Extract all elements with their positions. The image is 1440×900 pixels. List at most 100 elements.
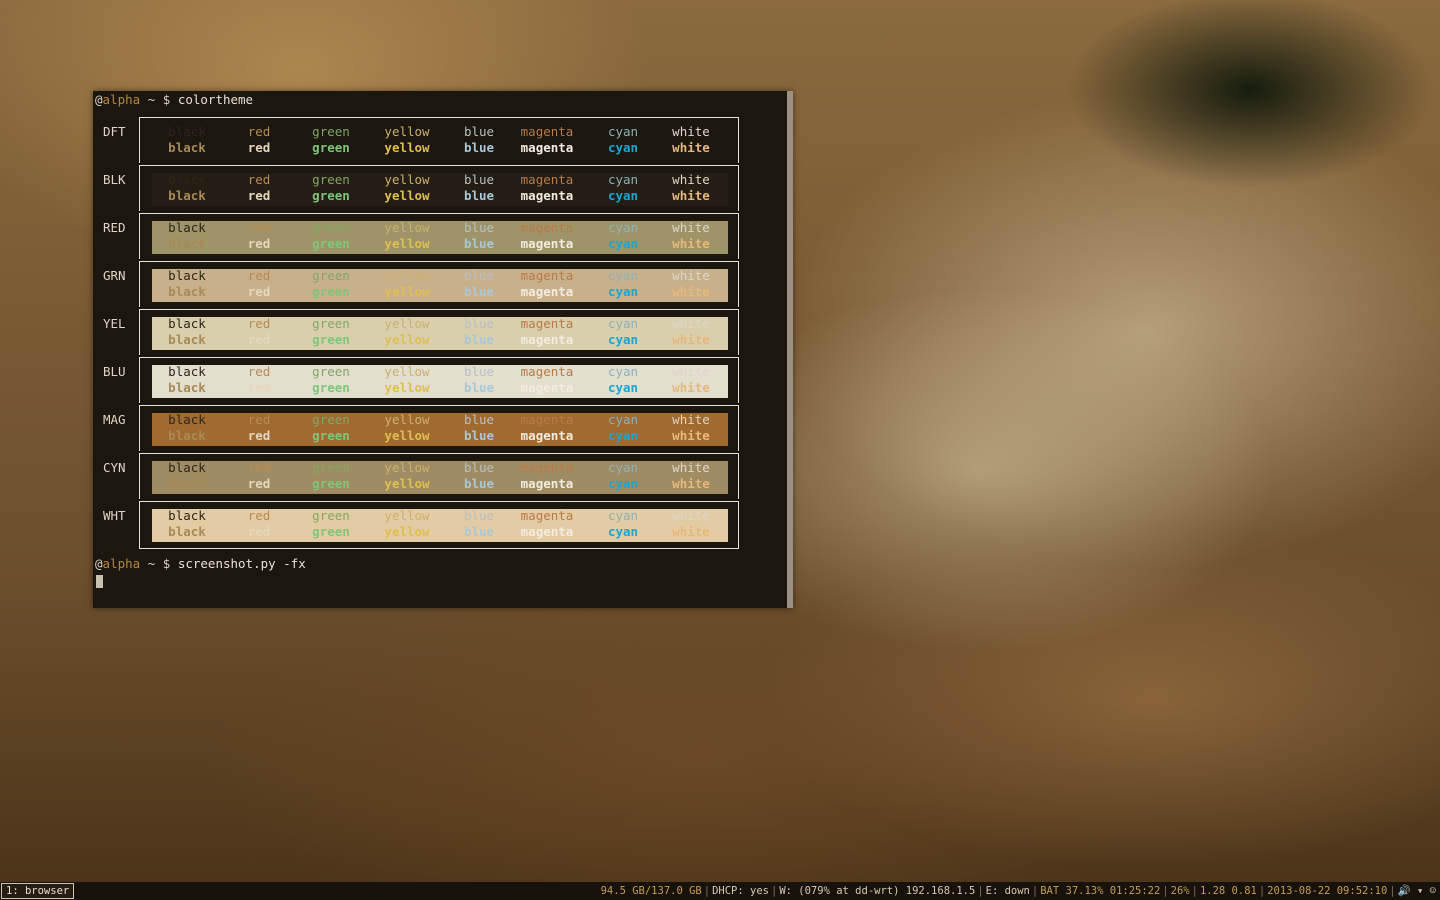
color-sample-red: red: [247, 172, 271, 187]
color-sample-red: red: [247, 508, 271, 523]
color-sample-green-bold: green: [312, 284, 350, 299]
color-sample-blue-bold: blue: [463, 236, 495, 251]
color-sample-yellow: yellow: [384, 220, 430, 235]
color-sample-blue: blue: [463, 412, 495, 427]
color-sample-yellow-bold: yellow: [384, 284, 430, 299]
color-sample-blue: blue: [463, 124, 495, 139]
color-sample-cyan-bold: cyan: [607, 332, 639, 347]
prompt-command: colortheme: [177, 92, 254, 107]
color-sample-yellow-bold: yellow: [384, 332, 430, 347]
prompt-symbol: $: [162, 92, 178, 107]
color-sample-magenta-bold: magenta: [520, 140, 574, 155]
color-sample-green-bold: green: [312, 188, 350, 203]
color-sample-black: black: [168, 508, 206, 523]
status-segments: 94.5 GB/137.0 GB | DHCP: yes | W: (079% at d…: [601, 882, 1436, 900]
volume-icon[interactable]: 🔊 ▾ ☺: [1398, 885, 1436, 897]
color-sample-white-bold: white: [672, 524, 710, 539]
row-label: BLK: [103, 172, 126, 187]
color-sample-blue: blue: [463, 508, 495, 523]
status-segment: 94.5 GB/137.0 GB: [600, 885, 702, 897]
terminal-window[interactable]: @alpha ~ $ colortheme DFT black black red re…: [93, 91, 793, 608]
color-sample-yellow: yellow: [384, 172, 430, 187]
color-sample-magenta: magenta: [520, 460, 574, 475]
prompt-at: @: [95, 92, 103, 107]
color-sample-green-bold: green: [312, 524, 350, 539]
color-sample-white-bold: white: [672, 140, 710, 155]
color-sample-red-bold: red: [247, 188, 271, 203]
color-sample-black: black: [168, 412, 206, 427]
color-sample-green: green: [312, 124, 350, 139]
color-sample-cyan: cyan: [607, 268, 639, 283]
color-sample-red-bold: red: [247, 236, 271, 251]
color-sample-black: black: [168, 364, 206, 379]
text-cursor: [96, 575, 103, 588]
color-sample-black-bold: black: [168, 380, 206, 395]
row-label: GRN: [103, 268, 126, 283]
status-separator: |: [1191, 885, 1198, 897]
color-sample-red: red: [247, 364, 271, 379]
status-segment: DHCP: yes: [712, 885, 769, 897]
row-label: CYN: [103, 460, 126, 475]
color-sample-green: green: [312, 412, 350, 427]
color-sample-blue: blue: [463, 268, 495, 283]
color-sample-blue-bold: blue: [463, 476, 495, 491]
row-label: DFT: [103, 124, 126, 139]
color-sample-cyan-bold: cyan: [607, 476, 639, 491]
color-sample-magenta: magenta: [520, 268, 574, 283]
color-sample-magenta: magenta: [520, 220, 574, 235]
color-sample-blue: blue: [463, 364, 495, 379]
color-sample-red: red: [247, 316, 271, 331]
color-sample-white: white: [672, 124, 710, 139]
color-sample-black-bold: black: [168, 236, 206, 251]
color-sample-magenta-bold: magenta: [520, 236, 574, 251]
status-separator: |: [1162, 885, 1169, 897]
color-sample-blue: blue: [463, 172, 495, 187]
color-sample-blue-bold: blue: [463, 380, 495, 395]
color-sample-yellow: yellow: [384, 508, 430, 523]
status-segment: W: (079% at dd-wrt) 192.168.1.5: [779, 885, 976, 897]
color-sample-yellow-bold: yellow: [384, 476, 430, 491]
color-sample-magenta-bold: magenta: [520, 188, 574, 203]
color-sample-black: black: [168, 172, 206, 187]
color-sample-green: green: [312, 364, 350, 379]
color-sample-green-bold: green: [312, 428, 350, 443]
color-sample-white-bold: white: [672, 284, 710, 299]
color-sample-red: red: [247, 412, 271, 427]
color-sample-white: white: [672, 220, 710, 235]
color-sample-black-bold: black: [168, 332, 206, 347]
row-label: MAG: [103, 412, 126, 427]
color-sample-black-bold: black: [168, 476, 206, 491]
color-sample-blue-bold: blue: [463, 524, 495, 539]
color-sample-black-bold: black: [168, 284, 206, 299]
color-sample-yellow-bold: yellow: [384, 380, 430, 395]
color-sample-white-bold: white: [672, 332, 710, 347]
status-bar: 1: browser 94.5 GB/137.0 GB | DHCP: yes | W:…: [0, 882, 1440, 900]
status-segment: 1.28 0.81: [1199, 885, 1257, 897]
color-sample-white: white: [672, 268, 710, 283]
color-sample-magenta-bold: magenta: [520, 428, 574, 443]
color-sample-magenta: magenta: [520, 172, 574, 187]
color-sample-blue-bold: blue: [463, 140, 495, 155]
color-sample-white: white: [672, 460, 710, 475]
color-sample-red-bold: red: [247, 140, 271, 155]
color-sample-cyan-bold: cyan: [607, 236, 639, 251]
color-sample-yellow: yellow: [384, 364, 430, 379]
color-sample-red: red: [247, 124, 271, 139]
color-sample-cyan: cyan: [607, 364, 639, 379]
color-sample-black: black: [168, 460, 206, 475]
workspace-button[interactable]: 1: browser: [1, 883, 75, 899]
color-sample-red-bold: red: [247, 524, 271, 539]
prompt-at: @: [95, 556, 103, 571]
color-sample-yellow: yellow: [384, 460, 430, 475]
row-label: YEL: [103, 316, 126, 331]
color-sample-cyan-bold: cyan: [607, 428, 639, 443]
color-sample-magenta: magenta: [520, 508, 574, 523]
color-sample-white-bold: white: [672, 380, 710, 395]
color-sample-blue: blue: [463, 460, 495, 475]
color-sample-white-bold: white: [672, 236, 710, 251]
status-separator: |: [703, 885, 711, 897]
prompt-host: alpha: [102, 92, 141, 107]
color-sample-cyan-bold: cyan: [607, 140, 639, 155]
color-sample-blue-bold: blue: [463, 428, 495, 443]
color-sample-blue-bold: blue: [463, 188, 495, 203]
